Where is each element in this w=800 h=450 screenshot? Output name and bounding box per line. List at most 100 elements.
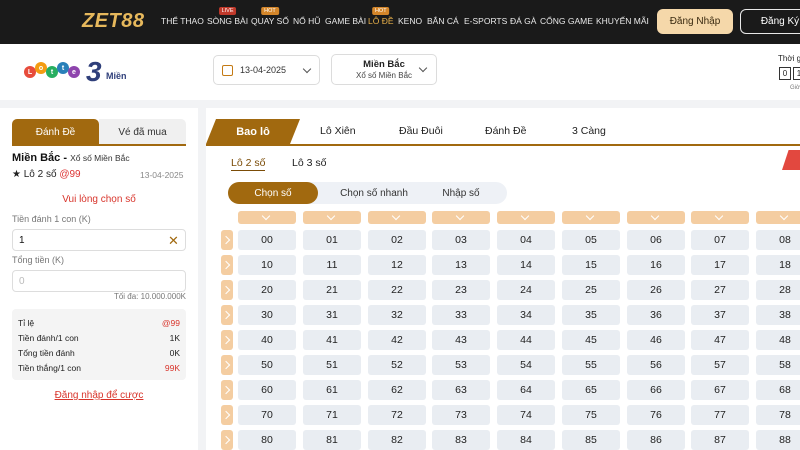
- number-cell[interactable]: 73: [432, 405, 490, 425]
- number-cell[interactable]: 82: [368, 430, 426, 450]
- number-cell[interactable]: 42: [368, 330, 426, 350]
- number-cell[interactable]: 70: [238, 405, 296, 425]
- number-cell[interactable]: 37: [691, 305, 749, 325]
- nav-item[interactable]: CỔNG GAME: [540, 16, 593, 26]
- number-cell[interactable]: 24: [497, 280, 555, 300]
- number-cell[interactable]: 30: [238, 305, 296, 325]
- number-cell[interactable]: 56: [627, 355, 685, 375]
- row-select-all[interactable]: [221, 430, 233, 450]
- number-cell[interactable]: 01: [303, 230, 361, 250]
- row-select-all[interactable]: [221, 405, 233, 425]
- number-cell[interactable]: 21: [303, 280, 361, 300]
- number-cell[interactable]: 52: [368, 355, 426, 375]
- number-cell[interactable]: 16: [627, 255, 685, 275]
- number-cell[interactable]: 11: [303, 255, 361, 275]
- mode-chon-so-nhanh[interactable]: Chọn số nhanh: [322, 182, 426, 204]
- number-cell[interactable]: 13: [432, 255, 490, 275]
- number-cell[interactable]: 36: [627, 305, 685, 325]
- total-input[interactable]: 0: [12, 270, 186, 292]
- mode-chon-so[interactable]: Chọn số: [228, 182, 318, 204]
- clear-icon[interactable]: ✕: [168, 233, 179, 249]
- number-cell[interactable]: 57: [691, 355, 749, 375]
- number-cell[interactable]: 78: [756, 405, 800, 425]
- number-cell[interactable]: 86: [627, 430, 685, 450]
- number-cell[interactable]: 03: [432, 230, 490, 250]
- number-cell[interactable]: 74: [497, 405, 555, 425]
- number-cell[interactable]: 18: [756, 255, 800, 275]
- number-cell[interactable]: 76: [627, 405, 685, 425]
- row-select-all[interactable]: [221, 305, 233, 325]
- nav-item[interactable]: ĐÁ GÀ: [510, 16, 536, 26]
- number-cell[interactable]: 41: [303, 330, 361, 350]
- mode-nhap-so[interactable]: Nhập số: [426, 182, 496, 204]
- login-button[interactable]: Đăng Nhập: [657, 9, 733, 34]
- number-cell[interactable]: 51: [303, 355, 361, 375]
- column-select-all[interactable]: [627, 211, 685, 224]
- number-cell[interactable]: 35: [562, 305, 620, 325]
- number-cell[interactable]: 53: [432, 355, 490, 375]
- number-cell[interactable]: 50: [238, 355, 296, 375]
- lottery-3-mien-logo[interactable]: L o t t e 3 Miền: [22, 56, 127, 88]
- number-cell[interactable]: 62: [368, 380, 426, 400]
- number-cell[interactable]: 38: [756, 305, 800, 325]
- tab-3-cang[interactable]: 3 Càng: [572, 125, 606, 137]
- number-cell[interactable]: 12: [368, 255, 426, 275]
- number-cell[interactable]: 64: [497, 380, 555, 400]
- subtab-lo-3-so[interactable]: Lô 3 số: [292, 157, 326, 169]
- column-select-all[interactable]: [368, 211, 426, 224]
- number-cell[interactable]: 54: [497, 355, 555, 375]
- number-cell[interactable]: 08: [756, 230, 800, 250]
- number-cell[interactable]: 61: [303, 380, 361, 400]
- nav-item[interactable]: KHUYẾN MÃI: [596, 16, 649, 26]
- column-select-all[interactable]: [238, 211, 296, 224]
- number-cell[interactable]: 14: [497, 255, 555, 275]
- stake-input[interactable]: 1: [12, 229, 186, 251]
- row-select-all[interactable]: [221, 330, 233, 350]
- nav-item[interactable]: BẮN CÁ: [427, 16, 459, 26]
- number-cell[interactable]: 63: [432, 380, 490, 400]
- number-cell[interactable]: 84: [497, 430, 555, 450]
- site-logo[interactable]: ZET88: [82, 10, 145, 33]
- tab-purchased-tickets[interactable]: Vé đã mua: [99, 119, 186, 145]
- number-cell[interactable]: 81: [303, 430, 361, 450]
- number-cell[interactable]: 25: [562, 280, 620, 300]
- nav-item[interactable]: LIVE SÒNG BÀI: [207, 7, 248, 26]
- column-select-all[interactable]: [303, 211, 361, 224]
- number-cell[interactable]: 04: [497, 230, 555, 250]
- number-cell[interactable]: 33: [432, 305, 490, 325]
- row-select-all[interactable]: [221, 230, 233, 250]
- number-cell[interactable]: 02: [368, 230, 426, 250]
- number-cell[interactable]: 31: [303, 305, 361, 325]
- region-select[interactable]: Miền Bắc Xổ số Miền Bắc: [331, 54, 437, 85]
- number-cell[interactable]: 28: [756, 280, 800, 300]
- number-cell[interactable]: 46: [627, 330, 685, 350]
- number-cell[interactable]: 23: [432, 280, 490, 300]
- register-button[interactable]: Đăng Ký: [740, 9, 800, 34]
- number-cell[interactable]: 34: [497, 305, 555, 325]
- number-cell[interactable]: 22: [368, 280, 426, 300]
- number-cell[interactable]: 26: [627, 280, 685, 300]
- tab-dau-duoi[interactable]: Đầu Đuôi: [399, 125, 443, 137]
- number-cell[interactable]: 85: [562, 430, 620, 450]
- row-select-all[interactable]: [221, 255, 233, 275]
- number-cell[interactable]: 43: [432, 330, 490, 350]
- column-select-all[interactable]: [432, 211, 490, 224]
- number-cell[interactable]: 45: [562, 330, 620, 350]
- column-select-all[interactable]: [756, 211, 800, 224]
- nav-item[interactable]: GAME BÀI: [325, 16, 366, 26]
- number-cell[interactable]: 44: [497, 330, 555, 350]
- tab-bao-lo[interactable]: Bao lô: [206, 119, 300, 144]
- number-cell[interactable]: 15: [562, 255, 620, 275]
- number-cell[interactable]: 32: [368, 305, 426, 325]
- number-cell[interactable]: 07: [691, 230, 749, 250]
- column-select-all[interactable]: [562, 211, 620, 224]
- number-cell[interactable]: 27: [691, 280, 749, 300]
- nav-item[interactable]: NỔ HŨ: [293, 16, 320, 26]
- row-select-all[interactable]: [221, 380, 233, 400]
- login-to-bet-link[interactable]: Đăng nhập để cược: [12, 390, 186, 401]
- column-select-all[interactable]: [497, 211, 555, 224]
- number-cell[interactable]: 68: [756, 380, 800, 400]
- nav-item[interactable]: THỂ THAO: [161, 16, 204, 26]
- number-cell[interactable]: 77: [691, 405, 749, 425]
- number-cell[interactable]: 88: [756, 430, 800, 450]
